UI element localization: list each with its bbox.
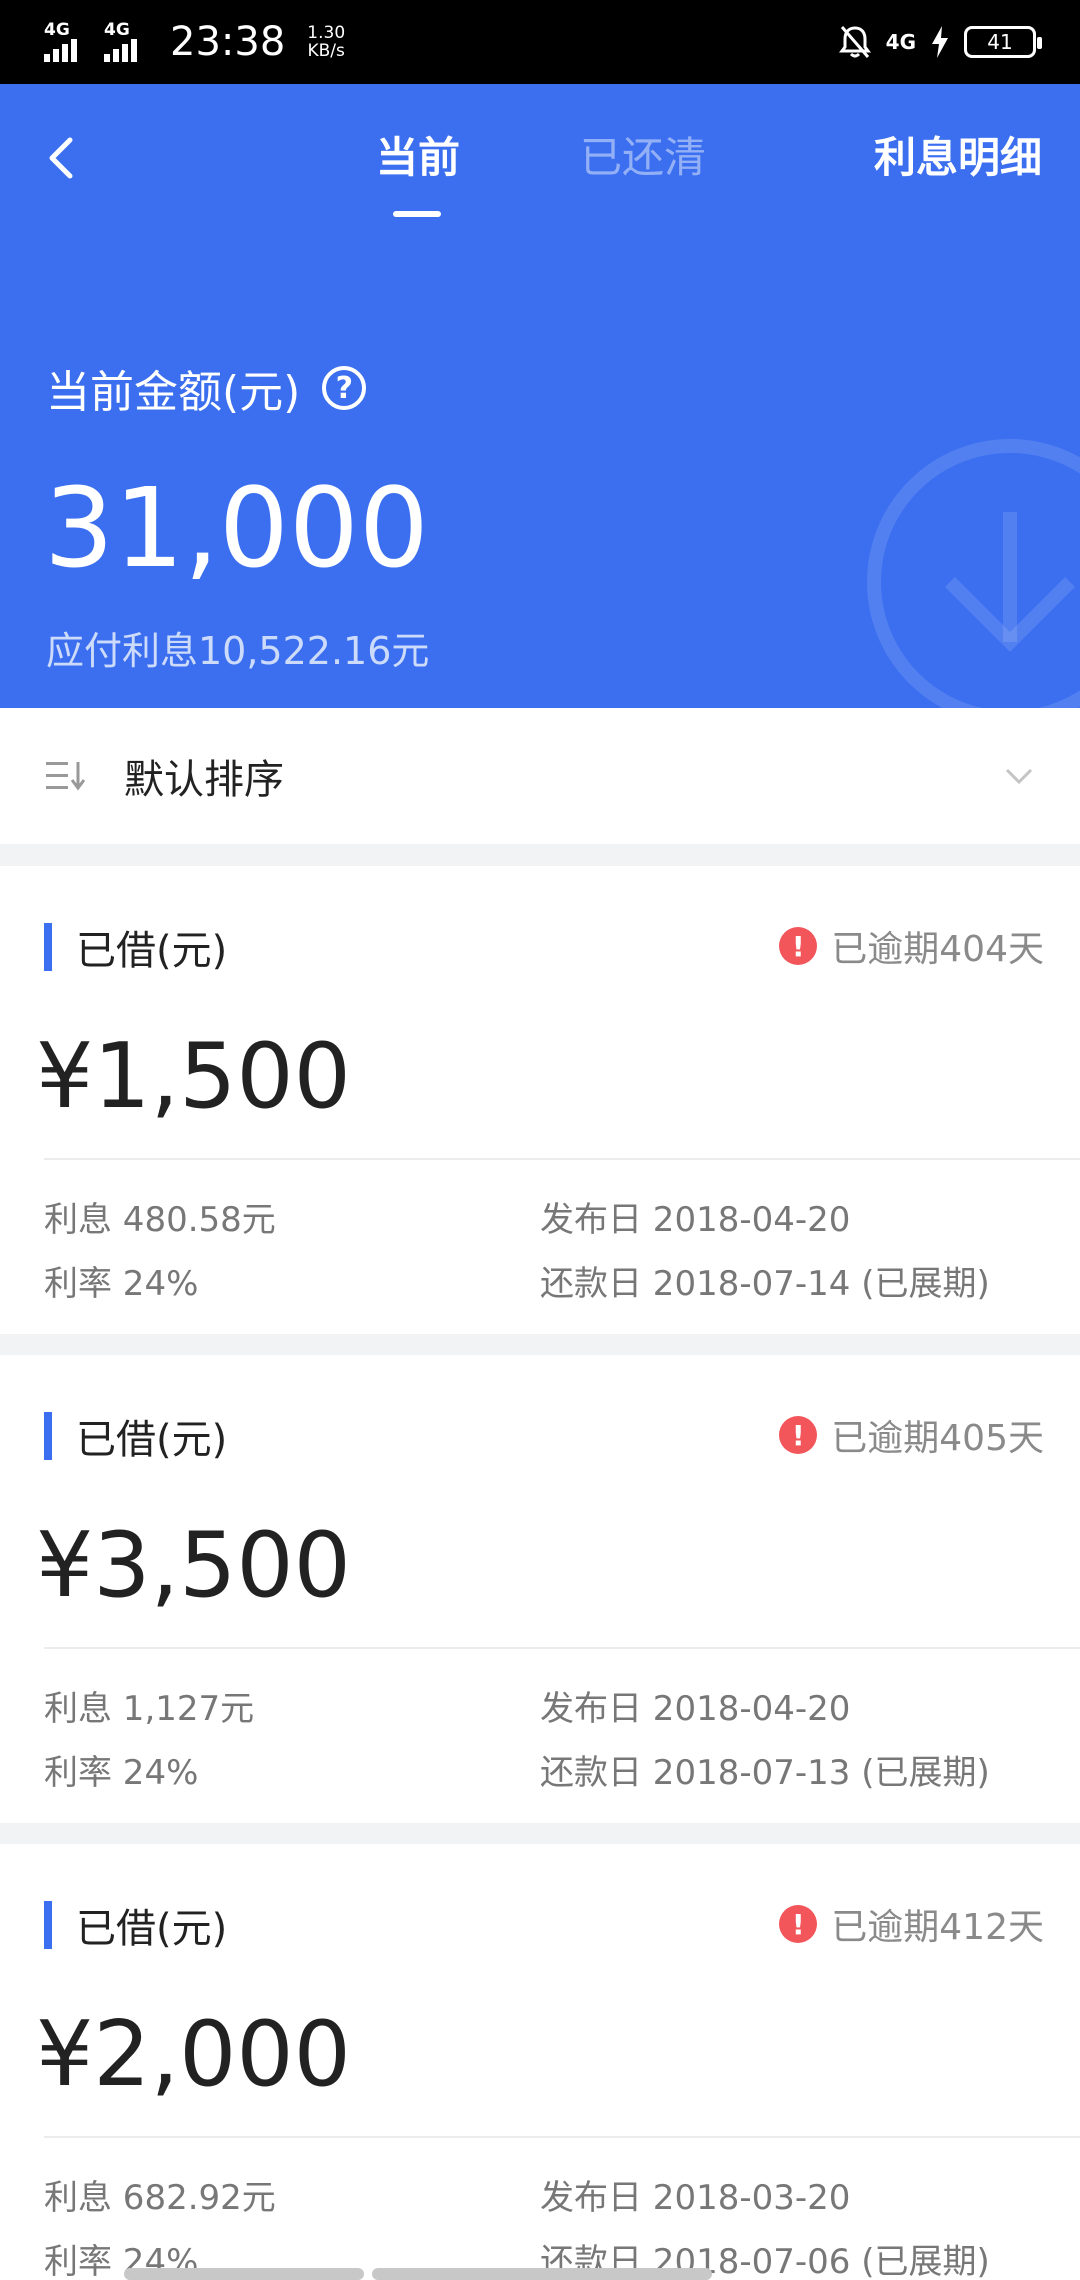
loan-publish-date: 发布日 2018-03-20 — [540, 2178, 851, 2218]
loan-interest: 利息 480.58元 — [44, 1200, 276, 1240]
borrowed-label: 已借(元) — [76, 1417, 228, 1463]
loan-card-head: 已借(元) — [44, 1407, 227, 1465]
loan-rate: 利率 24% — [44, 1753, 199, 1793]
current-amount-text: 当前金额(元) — [46, 367, 301, 418]
overdue-status: ! 已逾期412天 — [779, 1898, 1044, 1950]
nav-indicator — [372, 2268, 712, 2280]
charging-icon — [932, 26, 948, 58]
warning-icon: ! — [779, 1905, 818, 1943]
loan-publish-date: 发布日 2018-04-20 — [540, 1689, 851, 1729]
overdue-text: 已逾期404天 — [831, 929, 1044, 970]
signal-label-sim2: 4G — [104, 20, 130, 40]
help-icon[interactable]: ? — [322, 366, 367, 410]
sort-label: 默认排序 — [124, 757, 284, 803]
loan-repay-date: 还款日 2018-07-13 (已展期) — [540, 1753, 990, 1793]
summary-header: 当前 已还清 利息明细 当前金额(元) ? 31,000 应付利息10,522.… — [0, 84, 1080, 708]
loan-amount: ¥1,500 — [36, 1024, 351, 1129]
overdue-status: ! 已逾期404天 — [779, 920, 1044, 972]
loan-repay-date: 还款日 2018-07-14 (已展期) — [540, 1264, 990, 1304]
status-right: 4G 41 — [838, 24, 1042, 60]
overdue-text: 已逾期412天 — [831, 1907, 1044, 1948]
sort-icon — [46, 762, 86, 791]
network-speed: 1.30 KB/s — [307, 24, 345, 60]
signal-icon-sim2: 4G — [104, 20, 154, 62]
loan-rate: 利率 24% — [44, 1264, 199, 1304]
speed-value: 1.30 — [307, 23, 346, 43]
clock: 23:38 — [170, 19, 286, 65]
divider — [44, 1647, 1080, 1649]
divider — [44, 2136, 1080, 2138]
current-amount: 31,000 — [44, 464, 429, 592]
overdue-text: 已逾期405天 — [831, 1418, 1044, 1459]
chevron-down-icon — [1005, 768, 1033, 785]
tab-cleared[interactable]: 已还清 — [580, 124, 706, 185]
borrowed-label: 已借(元) — [76, 928, 228, 974]
warning-icon: ! — [779, 927, 818, 965]
battery-level: 41 — [987, 30, 1013, 54]
interest-due: 应付利息10,522.16元 — [46, 629, 430, 673]
loan-publish-date: 发布日 2018-04-20 — [540, 1200, 851, 1240]
mute-bell-icon — [838, 26, 871, 58]
overdue-status: ! 已逾期405天 — [779, 1409, 1044, 1461]
accent-bar — [44, 1901, 52, 1949]
loan-amount: ¥3,500 — [36, 1513, 351, 1618]
loan-interest: 利息 1,127元 — [44, 1689, 255, 1729]
interest-detail-link[interactable]: 利息明细 — [874, 124, 1042, 185]
loan-card-head: 已借(元) — [44, 918, 227, 976]
loan-amount: ¥2,000 — [36, 2002, 351, 2107]
accent-bar — [44, 1412, 52, 1460]
network-type: 4G — [885, 30, 916, 54]
signal-label-sim1: 4G — [44, 20, 70, 40]
loan-card[interactable]: 已借(元) ! 已逾期412天 ¥2,000 利息 682.92元 利率 24%… — [0, 1844, 1080, 2280]
back-icon[interactable] — [42, 128, 82, 188]
signal-icon-sim1: 4G — [44, 20, 94, 62]
battery-icon: 41 — [964, 26, 1042, 58]
status-bar: 4G 4G 23:38 1.30 KB/s 4G 41 — [0, 0, 1080, 84]
sort-selector[interactable]: 默认排序 — [0, 708, 1080, 844]
active-tab-indicator — [393, 211, 441, 217]
loan-interest: 利息 682.92元 — [44, 2178, 276, 2218]
divider — [44, 1158, 1080, 1160]
loan-card-head: 已借(元) — [44, 1896, 227, 1954]
speed-unit: KB/s — [307, 41, 345, 61]
accent-bar — [44, 923, 52, 971]
current-amount-label: 当前金额(元) ? — [46, 356, 367, 420]
tab-current[interactable]: 当前 — [376, 124, 460, 185]
download-arrow-icon — [867, 439, 1080, 708]
loan-card[interactable]: 已借(元) ! 已逾期405天 ¥3,500 利息 1,127元 利率 24% … — [0, 1355, 1080, 1823]
borrowed-label: 已借(元) — [76, 1906, 228, 1952]
status-left: 4G 4G 23:38 1.30 KB/s — [44, 19, 345, 65]
warning-icon: ! — [779, 1416, 818, 1454]
loan-card[interactable]: 已借(元) ! 已逾期404天 ¥1,500 利息 480.58元 利率 24%… — [0, 866, 1080, 1334]
nav-indicator — [124, 2268, 364, 2280]
